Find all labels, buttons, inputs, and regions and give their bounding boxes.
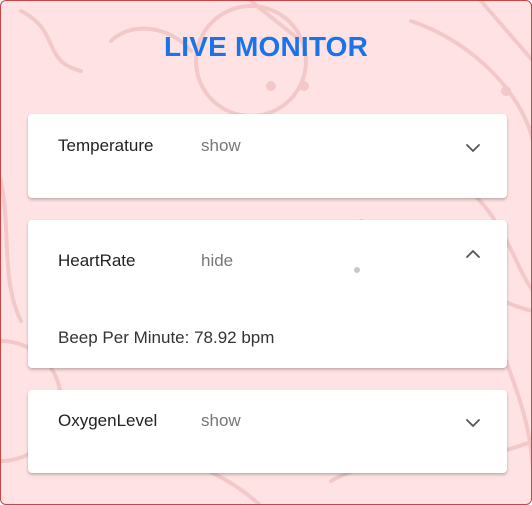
page-title: LIVE MONITOR: [163, 31, 369, 62]
accordion-card-heartrate[interactable]: HeartRate hide Beep Per Minute: 78.92 bp…: [28, 220, 507, 368]
accordion-card-oxygenlevel[interactable]: OxygenLevel show: [28, 390, 507, 473]
loading-dot: [354, 267, 360, 273]
toggle-show-button[interactable]: show: [201, 411, 241, 431]
chevron-up-icon[interactable]: [465, 249, 481, 259]
card-title: HeartRate: [58, 251, 136, 270]
chevron-down-icon[interactable]: [465, 143, 481, 153]
monitor-panel: LIVE MONITOR Temperature show HeartRate …: [0, 0, 532, 505]
heartrate-value: Beep Per Minute: 78.92 bpm: [58, 328, 275, 347]
card-title: OxygenLevel: [58, 411, 158, 430]
accordion-card-temperature[interactable]: Temperature show: [28, 114, 507, 198]
chevron-down-icon[interactable]: [465, 418, 481, 428]
toggle-hide-button[interactable]: hide: [201, 251, 233, 271]
card-title: Temperature: [58, 136, 154, 155]
toggle-show-button[interactable]: show: [201, 136, 241, 156]
